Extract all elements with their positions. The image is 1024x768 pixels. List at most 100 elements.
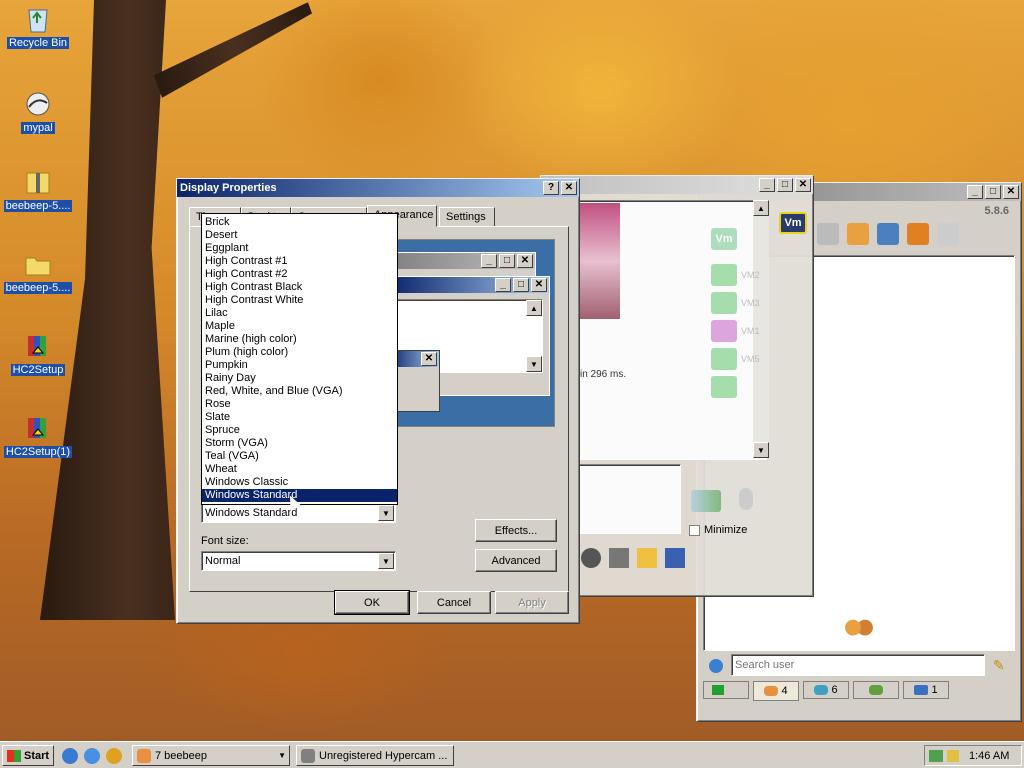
minimize-button[interactable]: _ [759,178,775,192]
vm-badge[interactable]: Vm [779,212,807,234]
edit-icon[interactable] [817,223,839,245]
send-file-icon[interactable] [691,490,721,512]
chevron-down-icon[interactable]: ▼ [378,505,394,521]
scheme-option-selected[interactable]: Windows Standard [202,489,397,502]
screenshot-icon[interactable] [609,548,629,568]
tab-users[interactable]: 4 [753,681,799,701]
taskbar-item-label: Unregistered Hypercam ... [319,749,448,762]
clock[interactable]: 1:46 AM [969,750,1009,762]
help-button[interactable]: ? [543,181,559,195]
vm-status-icon[interactable]: Vm [711,228,737,250]
scheme-option[interactable]: Red, White, and Blue (VGA) [202,385,397,398]
hypercam-icon [301,748,315,763]
tools-icon[interactable] [877,223,899,245]
pencil-icon[interactable] [847,223,869,245]
scroll-down-arrow[interactable]: ▼ [753,442,769,458]
preview-active-titlebar: _ □ ✕ [389,277,549,293]
tab-people[interactable] [853,681,899,699]
desktop-icon-mypal[interactable]: mypal [3,88,73,134]
desktop-icon-recycle-bin[interactable]: Recycle Bin [3,3,73,49]
scheme-option[interactable]: Maple [202,320,397,333]
dialog-titlebar[interactable]: Display Properties ? ✕ [177,179,579,197]
tab-files[interactable]: 1 [903,681,949,699]
scheme-option[interactable]: High Contrast #2 [202,268,397,281]
trash-icon[interactable] [937,223,959,245]
chat-titlebar[interactable]: _ □ ✕ [541,176,813,194]
scheme-option[interactable]: Storm (VGA) [202,437,397,450]
cancel-button[interactable]: Cancel [417,591,491,614]
scheme-option[interactable]: Pumpkin [202,359,397,372]
tab-settings[interactable]: Settings [439,207,495,227]
microphone-icon[interactable] [739,488,753,510]
users-group-icon [844,618,874,642]
minimize-checkbox[interactable] [689,524,700,536]
tab-groups[interactable]: 6 [803,681,849,699]
scheme-option[interactable]: Wheat [202,463,397,476]
desktop-icon-beebeep-folder[interactable]: beebeep-5.... [3,248,73,294]
scheme-option[interactable]: Brick [202,216,397,229]
scheme-option[interactable]: High Contrast Black [202,281,397,294]
save-icon[interactable] [665,548,685,568]
installer-icon [22,412,54,444]
search-user-input[interactable] [731,654,985,676]
scheme-option[interactable]: Windows Classic [202,476,397,489]
scheme-option[interactable]: Desert [202,229,397,242]
status-text: in 296 ms. [580,369,627,380]
scheme-option[interactable]: High Contrast White [202,294,397,307]
clear-search-icon[interactable]: ✎ [993,657,1005,674]
network-icon[interactable] [929,749,943,762]
media-player-icon[interactable] [106,748,122,764]
emoji-icon[interactable] [581,548,601,568]
desktop-icon-hc2setup[interactable]: HC2Setup [3,330,73,376]
scheme-option[interactable]: Slate [202,411,397,424]
scheme-option[interactable]: Rainy Day [202,372,397,385]
vm-user-3[interactable] [711,320,737,342]
scheme-option[interactable]: Plum (high color) [202,346,397,359]
scheme-option[interactable]: High Contrast #1 [202,255,397,268]
color-scheme-dropdown-list[interactable]: Brick Desert Eggplant High Contrast #1 H… [201,213,398,505]
vm-user-4[interactable] [711,348,737,370]
close-button[interactable]: ✕ [561,181,577,195]
start-button[interactable]: Start [2,745,54,766]
scheme-option[interactable]: Eggplant [202,242,397,255]
minimize-button[interactable]: _ [967,185,983,199]
maximize-button[interactable]: □ [985,185,1001,199]
vm-user-2[interactable] [711,292,737,314]
volume-icon[interactable] [947,749,959,762]
taskbar-item-hypercam[interactable]: Unregistered Hypercam ... [296,745,454,766]
scheme-option[interactable]: Teal (VGA) [202,450,397,463]
advanced-button[interactable]: Advanced [475,549,557,572]
desktop-icon-label: HC2Setup [10,364,66,376]
effects-button[interactable]: Effects... [475,519,557,542]
chevron-down-icon[interactable]: ▼ [378,553,394,569]
show-desktop-icon[interactable] [84,748,100,764]
close-button[interactable]: ✕ [1003,185,1019,199]
notes-icon[interactable] [637,548,657,568]
scheme-option[interactable]: Marine (high color) [202,333,397,346]
tab-chat[interactable] [703,681,749,699]
font-size-label: Font size: [201,535,249,547]
scheme-option[interactable]: Rose [202,398,397,411]
vm-panel: Vm VM2 VM3 VM1 VM5 [707,216,767,398]
chevron-down-icon: ▼ [278,751,286,760]
close-button[interactable]: ✕ [795,178,811,192]
chat-input-area[interactable] [571,464,681,534]
maximize-button[interactable]: □ [777,178,793,192]
apply-button[interactable]: Apply [495,591,569,614]
export-icon[interactable] [907,223,929,245]
ie-icon[interactable] [62,748,78,764]
vm-user-1-label: VM2 [741,270,760,280]
scheme-option[interactable]: Spruce [202,424,397,437]
vm-user-5[interactable] [711,376,737,398]
vm-user-1[interactable] [711,264,737,286]
desktop-icon-beebeep-zip[interactable]: beebeep-5.... [3,166,73,212]
minimize-checkbox-row[interactable]: Minimize [689,524,747,536]
font-size-select[interactable]: Normal ▼ [201,551,396,571]
minimize-button: _ [495,278,511,292]
desktop-icon-hc2setup-1[interactable]: HC2Setup(1) [3,412,73,458]
scroll-up-arrow[interactable]: ▲ [753,200,769,216]
ok-button[interactable]: OK [334,590,410,615]
recycle-bin-icon [22,3,54,35]
taskbar-item-beebeep[interactable]: 7 beebeep ▼ [132,745,290,766]
scheme-option[interactable]: Lilac [202,307,397,320]
